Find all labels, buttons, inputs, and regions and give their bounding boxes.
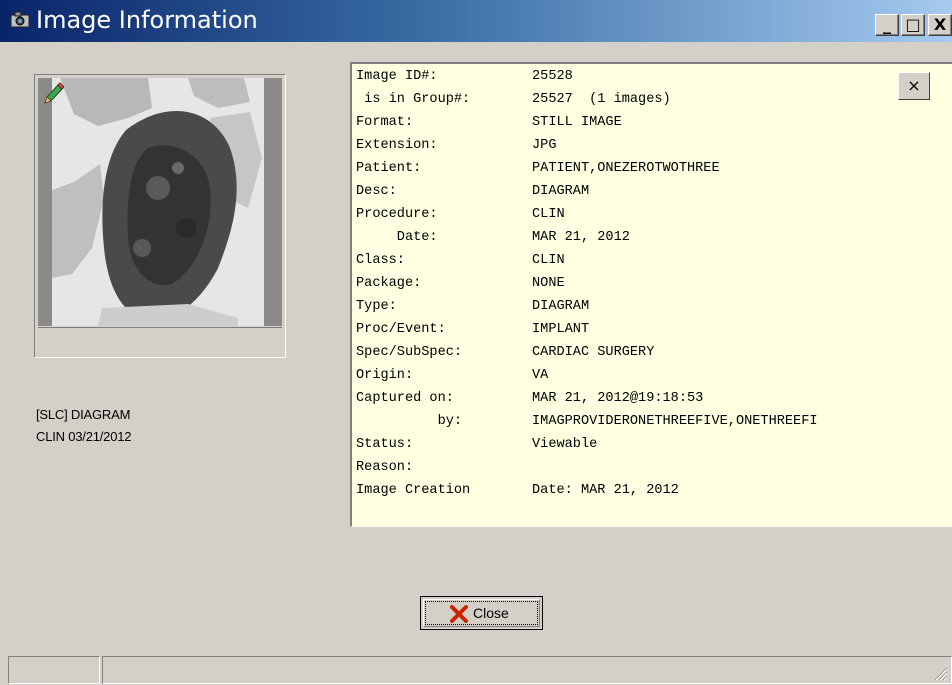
info-label: Extension: (356, 138, 438, 153)
info-value: MAR 21, 2012@19:18:53 (532, 391, 704, 406)
info-row: Image ID#: 25528 (356, 65, 573, 88)
camera-icon (10, 11, 30, 28)
info-row: Date: MAR 21, 2012 (356, 226, 630, 249)
info-row: Package: NONE (356, 272, 565, 295)
info-row: Status: Viewable (356, 433, 597, 456)
window-close-button[interactable]: X (928, 14, 952, 36)
thumbnail-image (38, 78, 282, 326)
info-value: CLIN (532, 207, 565, 222)
info-row: Procedure: CLIN (356, 203, 565, 226)
minimize-button[interactable]: _ (875, 14, 899, 36)
red-x-icon (450, 605, 468, 623)
info-value: CLIN (532, 253, 565, 268)
status-bar (0, 655, 952, 685)
info-row: Reason: (356, 456, 413, 479)
info-row: is in Group#: 25527 (1 images) (356, 88, 671, 111)
info-label: Spec/SubSpec: (356, 345, 463, 360)
info-label: Image Creation (356, 483, 471, 498)
info-label: Origin: (356, 368, 414, 383)
info-row: by: IMAGPROVIDERONETHREEFIVE,ONETHREEFI (356, 410, 818, 433)
info-row: Class: CLIN (356, 249, 565, 272)
close-button[interactable]: Close (420, 596, 543, 630)
info-row: Type: DIAGRAM (356, 295, 589, 318)
info-label: Procedure: (356, 207, 438, 222)
window-title: Image Information (36, 6, 258, 34)
info-value: VA (532, 368, 549, 383)
info-value: IMAGPROVIDERONETHREEFIVE,ONETHREEFI (532, 414, 818, 429)
status-panel-left (8, 656, 100, 684)
info-label: Package: (356, 276, 422, 291)
info-value: DIAGRAM (532, 299, 590, 314)
info-label: Reason: (356, 460, 414, 475)
info-value: PATIENT,ONEZEROTWOTHREE (532, 161, 720, 176)
pencil-icon[interactable] (42, 82, 64, 106)
info-value: 25528 (532, 69, 573, 84)
image-info-panel[interactable]: Image ID#: 25528 is in Group#: 25527 (1 im… (350, 62, 952, 527)
info-row: Spec/SubSpec: CARDIAC SURGERY (356, 341, 654, 364)
info-row: Captured on: MAR 21, 2012@19:18:53 (356, 387, 703, 410)
info-row: Desc: DIAGRAM (356, 180, 589, 203)
info-value: NONE (532, 276, 565, 291)
thumbnail-caption-line2: CLIN 03/21/2012 (36, 429, 132, 444)
info-label: by: (356, 414, 463, 429)
info-value: MAR 21, 2012 (532, 230, 630, 245)
info-label: Desc: (356, 184, 397, 199)
info-value: DIAGRAM (532, 184, 590, 199)
info-value: CARDIAC SURGERY (532, 345, 655, 360)
info-label: Proc/Event: (356, 322, 446, 337)
info-label: Format: (356, 115, 414, 130)
info-value: STILL IMAGE (532, 115, 622, 130)
thumbnail-frame[interactable] (34, 74, 286, 358)
info-value: Date: MAR 21, 2012 (532, 483, 679, 498)
thumbnail-caption-line1: [SLC] DIAGRAM (36, 407, 131, 422)
info-value: IMPLANT (532, 322, 590, 337)
info-label: Class: (356, 253, 405, 268)
maximize-button[interactable]: □ (901, 14, 925, 36)
info-label: Patient: (356, 161, 422, 176)
info-row: Proc/Event: IMPLANT (356, 318, 589, 341)
info-row: Format: STILL IMAGE (356, 111, 622, 134)
info-label: Status: (356, 437, 414, 452)
info-label: Image ID#: (356, 69, 438, 84)
info-row: Image Creation Date: MAR 21, 2012 (356, 479, 679, 502)
info-label: is in Group#: (356, 92, 471, 107)
info-close-button[interactable]: × (898, 72, 930, 100)
info-row: Extension: JPG (356, 134, 556, 157)
thumbnail-divider (38, 327, 282, 328)
info-label: Captured on: (356, 391, 454, 406)
info-label: Type: (356, 299, 397, 314)
image-thumbnail[interactable] (38, 78, 282, 326)
info-row: Origin: VA (356, 364, 548, 387)
info-value: 25527 (1 images) (532, 92, 671, 107)
info-label: Date: (356, 230, 438, 245)
info-row: Patient: PATIENT,ONEZEROTWOTHREE (356, 157, 720, 180)
info-value: JPG (532, 138, 557, 153)
title-bar[interactable]: Image Information _ □ X (0, 0, 952, 42)
resize-grip-icon[interactable] (930, 663, 948, 681)
info-value: Viewable (532, 437, 598, 452)
close-button-label: Close (473, 605, 509, 621)
status-panel-main (102, 656, 952, 684)
